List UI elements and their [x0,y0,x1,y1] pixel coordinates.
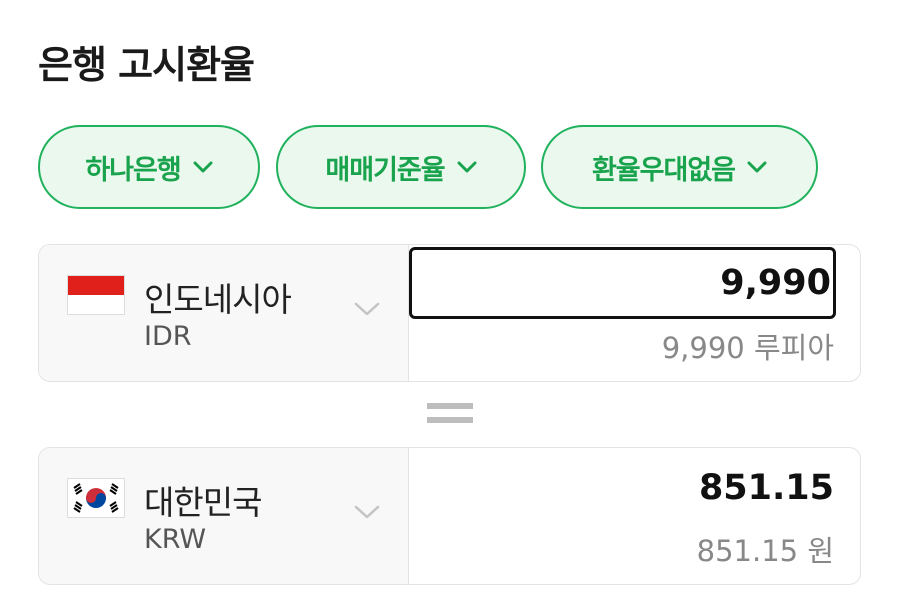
chevron-down-icon [747,160,767,174]
bank-select-chip[interactable]: 하나은행 [38,125,260,209]
rate-type-select-chip[interactable]: 매매기준율 [276,125,526,209]
to-currency-card: 대한민국 KRW 851.15 851.15 원 [38,447,861,585]
to-country-name: 대한민국 [144,483,262,522]
to-currency-code: KRW [144,524,207,555]
bank-select-label: 하나은행 [85,154,181,186]
south-korea-flag-icon [67,478,125,518]
to-currency-select[interactable]: 대한민국 KRW [39,448,409,584]
chevron-down-icon [457,160,477,174]
amount-input[interactable]: 9,990 [409,247,836,319]
to-amount-formatted: 851.15 원 [696,534,834,568]
preferential-rate-select-chip[interactable]: 환율우대없음 [541,125,818,209]
from-currency-card: 인도네시아 IDR 9,990 9,990 루피아 [38,244,861,382]
chevron-down-icon [193,160,213,174]
from-currency-code: IDR [144,321,192,352]
preferential-rate-select-label: 환율우대없음 [591,154,736,186]
chevron-down-icon [354,301,380,320]
from-country-name: 인도네시아 [144,280,292,319]
converted-amount: 851.15 [698,468,834,508]
chevron-down-icon [354,504,380,523]
equals-icon [427,403,473,431]
indonesia-flag-icon [67,275,125,315]
page-title: 은행 고시환율 [38,43,255,87]
from-currency-select[interactable]: 인도네시아 IDR [39,245,409,381]
rate-type-select-label: 매매기준율 [325,154,445,186]
from-amount-formatted: 9,990 루피아 [661,331,834,365]
